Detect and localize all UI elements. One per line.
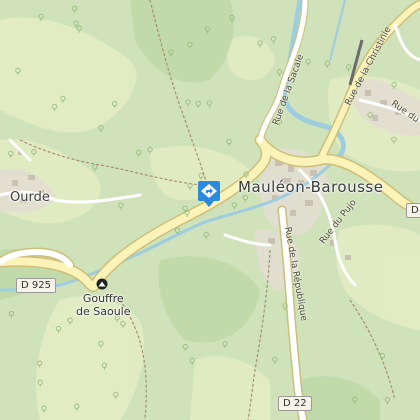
road-shield-right: D <box>406 203 420 218</box>
tree-icon <box>37 360 43 368</box>
tree-icon <box>67 317 73 325</box>
tree-icon <box>226 138 232 146</box>
tree-icon <box>41 405 47 413</box>
tree-icon <box>282 303 288 311</box>
tree-icon <box>98 124 104 133</box>
tree-icon <box>60 95 66 103</box>
tree-icon <box>187 182 193 190</box>
tree-icon <box>391 136 397 144</box>
tree-icon <box>15 67 21 75</box>
tree-icon <box>231 202 238 210</box>
tree-icon <box>305 58 311 66</box>
tree-icon <box>31 149 37 157</box>
cave-label-line2: de Saoule <box>76 305 131 318</box>
tree-icon <box>391 81 397 89</box>
directions-marker-icon[interactable] <box>197 180 221 208</box>
tree-icon <box>74 403 80 411</box>
tree-icon <box>346 64 352 72</box>
tree-icon <box>229 15 235 23</box>
tree-icon <box>276 69 283 77</box>
tree-icon <box>147 146 153 154</box>
tree-icon <box>270 36 277 44</box>
tree-icon <box>52 103 58 112</box>
tree-icon <box>187 41 193 49</box>
cave-label: Gouffre de Saoule <box>76 292 131 318</box>
village-label: Ourde <box>10 190 50 205</box>
tree-icon <box>118 202 124 210</box>
cave-label-line1: Gouffre <box>82 292 124 305</box>
tree-icon <box>384 397 391 405</box>
tree-icon <box>352 396 358 404</box>
tree-icon <box>184 209 190 218</box>
tree-icon <box>8 150 14 158</box>
tree-icon <box>38 13 44 21</box>
tree-icon <box>120 320 126 329</box>
tree-icon <box>189 357 195 365</box>
cave-icon[interactable] <box>96 278 108 290</box>
tree-icon <box>379 352 386 361</box>
tree-icon <box>55 325 62 333</box>
road-shield-d22: D 22 <box>278 396 312 411</box>
tree-icon <box>182 205 188 213</box>
tree-icon <box>367 112 373 120</box>
tree-icon <box>71 5 78 13</box>
tree-icon <box>204 26 211 34</box>
tree-icon <box>195 100 201 108</box>
tree-icon <box>136 149 142 157</box>
map-canvas[interactable]: Mauléon-Barousse Ourde Gouffre de Saoule… <box>0 0 420 420</box>
tree-icon <box>198 172 204 180</box>
tree-icon <box>242 194 248 202</box>
tree-icon <box>98 340 104 348</box>
town-label: Mauléon-Barousse <box>238 178 384 196</box>
tree-icon <box>174 227 181 235</box>
tree-icon <box>185 99 191 107</box>
tree-icon <box>37 379 43 387</box>
tree-icon <box>272 356 278 364</box>
tree-icon <box>257 40 263 48</box>
road-shield-d925: D 925 <box>16 278 56 293</box>
tree-icon <box>112 100 118 109</box>
tree-icon <box>113 391 119 399</box>
tree-icon <box>206 100 213 108</box>
tree-icon <box>92 164 98 172</box>
tree-icon <box>203 231 209 240</box>
tree-icon <box>101 362 108 370</box>
tree-symbols <box>8 5 397 413</box>
tree-icon <box>168 49 174 57</box>
tree-icon <box>182 344 188 352</box>
tree-icon <box>76 25 82 33</box>
tree-icon <box>222 340 228 349</box>
tree-icon <box>8 310 15 318</box>
tree-icon <box>324 60 331 68</box>
